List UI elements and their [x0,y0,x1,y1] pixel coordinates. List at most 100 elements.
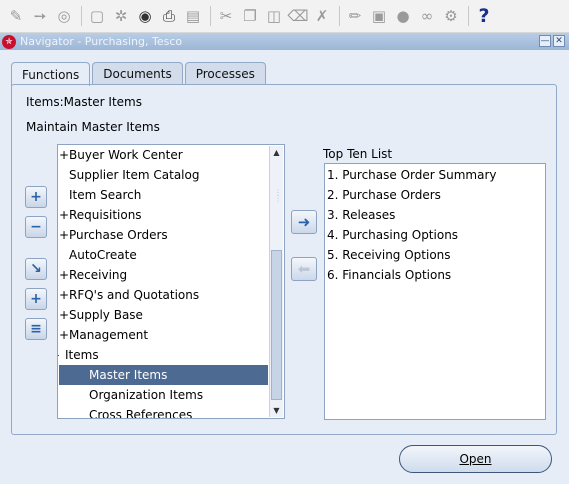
tree-item[interactable]: +Receiving [59,265,268,285]
tree-item-label: Receiving [69,268,128,282]
tree-item[interactable]: +Requisitions [59,205,268,225]
tree-item[interactable]: +Supply Base [59,305,268,325]
tree-item-label: Organization Items [89,388,204,402]
tree-item[interactable]: Item Search [59,185,268,205]
tree-item-label: Purchase Orders [69,228,168,242]
tree-expander[interactable]: - [58,345,65,365]
arrow-right-icon: ➜ [297,213,311,231]
functions-panel: Items:Master Items Maintain Master Items… [11,84,557,435]
attach-icon[interactable]: ∞ [417,6,437,26]
open-button[interactable]: Open [399,445,552,473]
tree-icon[interactable]: ✲ [111,6,131,26]
tree-item-label: Buyer Work Center [69,148,183,162]
tree-expander[interactable]: + [59,305,69,325]
tree-item-label: Management [69,328,149,342]
minus-icon: − [30,219,42,235]
tree-expander[interactable]: + [59,285,69,305]
globe-icon[interactable]: ● [393,6,413,26]
scrollbar-grip-icon: ⋮ ⋮ [274,188,282,203]
toolbar-separator [339,6,340,26]
scroll-up-arrow-icon[interactable]: ▲ [270,146,283,159]
top-ten-item[interactable]: 6. Financials Options [327,265,451,285]
print-icon[interactable]: ⎙ [159,6,179,26]
window-titlebar: ✯ Navigator - Purchasing, Tesco — ✕ [0,33,569,50]
tree-item-label: Cross References [89,408,193,419]
plus-icon: + [30,189,42,205]
tree-item-label: Master Items [89,368,168,382]
top-ten-list[interactable]: 1. Purchase Order Summary 2. Purchase Or… [324,163,546,420]
tree-item[interactable]: Cross References [59,405,268,419]
tree-item[interactable]: +Management [59,325,268,345]
top-ten-label: Top Ten List [323,147,393,161]
tree-expander[interactable]: + [59,325,69,345]
tree-scrollbar[interactable]: ▲ ⋮ ⋮ ▼ [269,146,283,417]
expand-button[interactable]: + [25,186,47,208]
clear-icon[interactable]: ⌫ [287,6,308,26]
tab-documents[interactable]: Documents [92,62,183,85]
tree-item[interactable]: -Items [58,345,264,365]
cut-icon[interactable]: ✂ [216,6,236,26]
close-button[interactable]: ✕ [553,35,565,47]
expand-all-icon: + [30,291,42,307]
cursor-icon[interactable]: ➙ [30,6,50,26]
breadcrumb: Items:Master Items [26,95,142,109]
tree-item[interactable]: +Purchase Orders [59,225,268,245]
toolbar-separator [81,6,82,26]
open-button-label: Open [459,452,492,466]
tree-item[interactable]: +RFQ's and Quotations [59,285,268,305]
tree-item-label: AutoCreate [69,248,137,262]
tree-item[interactable]: +Buyer Work Center [59,145,268,165]
tree-expander[interactable]: + [59,205,69,225]
paste-icon[interactable]: ◫ [264,6,284,26]
toolbar: ✎ ➙ ◎ ▢ ✲ ◉ ⎙ ▤ ✂ ❐ ◫ ⌫ ✗ ✏ ▣ ● ∞ ⚙ ? [0,0,569,33]
scroll-down-arrow-icon[interactable]: ▼ [270,404,283,417]
tree-item-label: Supply Base [69,308,143,322]
tools-icon[interactable]: ⚙ [441,6,461,26]
tree-expander[interactable]: + [59,145,69,165]
function-tree[interactable]: +Buyer Work Center Supplier Item Catalog… [57,144,285,419]
tree-item[interactable]: Supplier Item Catalog [59,165,268,185]
remove-from-top-ten-button[interactable]: ⬅ [291,257,317,281]
navigator-body: Functions Documents Processes Items:Mast… [0,50,569,484]
tree-item[interactable]: Organization Items [59,385,268,405]
fingerprint-icon[interactable]: ◉ [135,6,155,26]
add-to-top-ten-button[interactable]: ➜ [291,210,317,234]
tab-bar: Functions Documents Processes [11,62,268,86]
toolbar-separator [210,6,211,26]
notepad-icon[interactable]: ▢ [87,6,107,26]
tab-processes[interactable]: Processes [184,62,266,85]
collapse-all-button[interactable]: ≡ [25,318,47,340]
collapse-all-icon: ≡ [30,321,42,337]
tree-item-label: Supplier Item Catalog [69,168,200,182]
tree-item[interactable]: AutoCreate [59,245,268,265]
tab-functions[interactable]: Functions [11,62,91,86]
eyeglasses-icon[interactable]: ◎ [54,6,74,26]
new-icon[interactable]: ✎ [6,6,26,26]
delete-icon[interactable]: ✗ [312,6,332,26]
top-ten-item[interactable]: 4. Purchasing Options [327,225,458,245]
top-ten-item[interactable]: 1. Purchase Order Summary [327,165,496,185]
tree-item-label: Items [65,348,99,362]
expand-all-button[interactable]: + [25,288,47,310]
copy-icon[interactable]: ❐ [240,6,260,26]
tree-expander[interactable]: + [59,225,69,245]
tree-item-label: RFQ's and Quotations [69,288,200,302]
scrollbar-thumb[interactable] [271,250,282,400]
toolbar-separator [468,6,469,26]
tree-expander[interactable]: + [59,265,69,285]
edit-icon[interactable]: ✏ [345,6,365,26]
arrow-left-icon: ⬅ [297,260,311,278]
help-icon[interactable]: ? [474,6,494,26]
top-ten-item[interactable]: 3. Releases [327,205,395,225]
tree-item-selected[interactable]: Master Items [59,365,268,385]
collapse-button[interactable]: − [25,216,47,238]
window-controls: — ✕ [539,35,565,47]
zoom-icon[interactable]: ▣ [369,6,389,26]
expand-branch-icon: ↘ [30,261,42,277]
window-title: Navigator - Purchasing, Tesco [20,35,183,48]
top-ten-item[interactable]: 2. Purchase Orders [327,185,441,205]
expand-branch-button[interactable]: ↘ [25,258,47,280]
folder-icon[interactable]: ▤ [183,6,203,26]
minimize-button[interactable]: — [539,35,551,47]
top-ten-item[interactable]: 5. Receiving Options [327,245,451,265]
